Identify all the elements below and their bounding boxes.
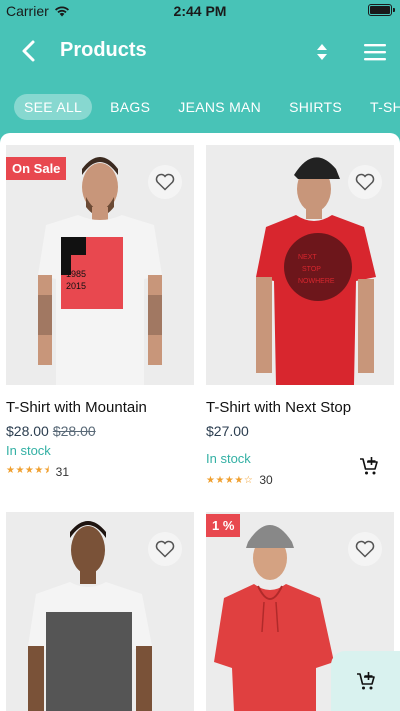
svg-text:NEXT: NEXT — [298, 254, 317, 261]
sort-button[interactable] — [308, 38, 336, 66]
product-grid: 1985 2015 On Sale T-Shirt with Mountain … — [0, 133, 400, 711]
product-price: $28.00 $28.00 — [6, 423, 96, 439]
battery-icon — [368, 4, 395, 16]
sort-icon — [317, 44, 327, 60]
product-card[interactable]: 1985 2015 On Sale T-Shirt with Mountain … — [6, 145, 194, 485]
product-name[interactable]: T-Shirt with Next Stop — [206, 399, 351, 416]
heart-icon — [355, 540, 375, 558]
add-to-cart-icon — [356, 672, 375, 690]
add-to-cart-icon — [360, 457, 378, 475]
product-card[interactable]: NEXT STOP NOWHERE T-Shirt with Next Stop… — [206, 145, 394, 495]
heart-icon — [155, 173, 175, 191]
status-time: 2:44 PM — [173, 3, 227, 19]
back-button[interactable] — [14, 36, 46, 66]
favorite-button[interactable] — [348, 532, 382, 566]
review-count: 30 — [259, 473, 273, 487]
svg-text:1985: 1985 — [66, 269, 86, 279]
chevron-left-icon — [22, 40, 35, 62]
tab-bags[interactable]: BAGS — [100, 94, 160, 120]
product-rating: ★★★★☆ 30 — [206, 473, 273, 487]
product-rating: ★★★★⯨ 31 — [6, 463, 69, 480]
old-price: $28.00 — [52, 423, 96, 439]
tab-t-shirts[interactable]: T-SHIRTS — [360, 94, 400, 120]
star-rating-icon: ★★★★☆ — [206, 474, 254, 486]
product-image[interactable] — [6, 512, 194, 711]
category-tabs: SEE ALL BAGS JEANS MAN SHIRTS T-SHIRTS — [0, 93, 400, 121]
stock-status: In stock — [206, 451, 251, 466]
page-title: Products — [60, 39, 147, 61]
product-card[interactable] — [6, 512, 194, 711]
product-image[interactable]: 1985 2015 On Sale — [6, 145, 194, 385]
svg-text:2015: 2015 — [66, 281, 86, 291]
status-bar: Carrier 2:44 PM — [0, 0, 400, 22]
product-image[interactable]: NEXT STOP NOWHERE — [206, 145, 394, 385]
product-name[interactable]: T-Shirt with Mountain — [6, 399, 147, 416]
svg-text:STOP: STOP — [302, 266, 321, 273]
cart-button[interactable] — [331, 651, 400, 711]
tab-shirts[interactable]: SHIRTS — [279, 94, 352, 120]
add-to-cart-button[interactable] — [358, 455, 380, 477]
svg-text:NOWHERE: NOWHERE — [298, 278, 335, 285]
product-price: $27.00 — [206, 423, 249, 439]
current-price: $27.00 — [206, 423, 249, 439]
favorite-button[interactable] — [148, 165, 182, 199]
favorite-button[interactable] — [348, 165, 382, 199]
review-count: 31 — [55, 464, 70, 479]
tab-see-all[interactable]: SEE ALL — [14, 94, 93, 120]
discount-badge: 1 % — [206, 514, 241, 537]
tab-jeans-man[interactable]: JEANS MAN — [168, 94, 271, 120]
sale-badge: On Sale — [6, 157, 67, 180]
hamburger-icon — [364, 44, 386, 61]
heart-icon — [155, 540, 175, 558]
star-rating-icon: ★★★★⯨ — [6, 465, 50, 476]
current-price: $28.00 — [6, 423, 49, 439]
menu-button[interactable] — [360, 38, 390, 66]
nav-bar: Products — [0, 30, 400, 72]
favorite-button[interactable] — [148, 532, 182, 566]
heart-icon — [355, 173, 375, 191]
stock-status: In stock — [6, 443, 51, 458]
